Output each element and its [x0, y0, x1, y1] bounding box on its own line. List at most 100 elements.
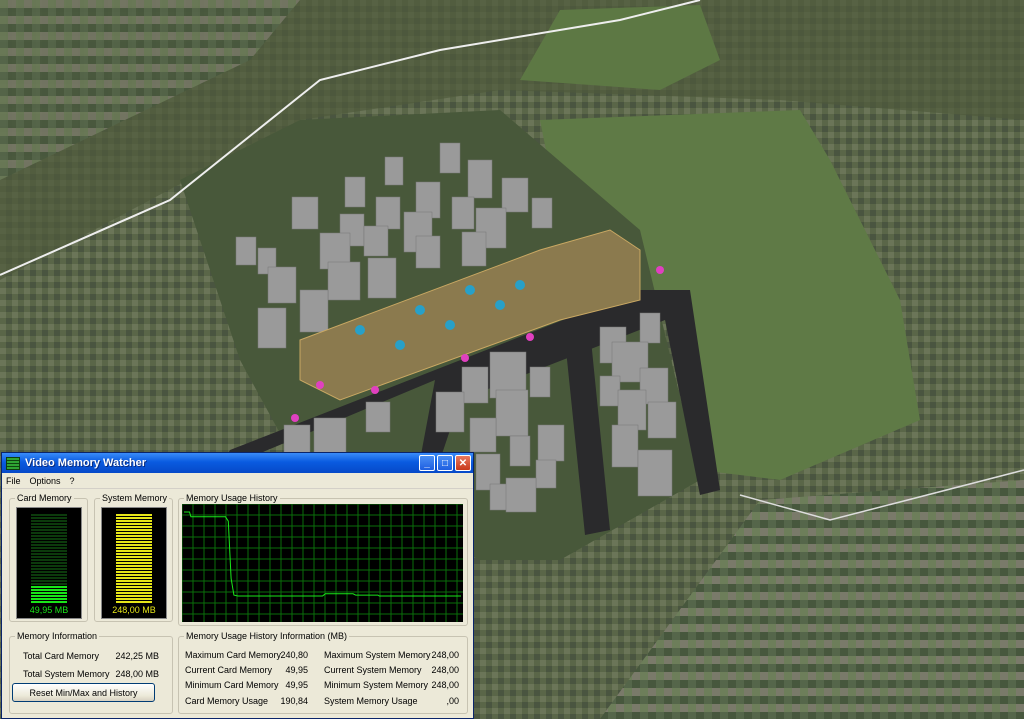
history-row-value-right: 248,00: [431, 665, 459, 675]
total-system-memory-label: Total System Memory: [23, 669, 110, 679]
card-memory-bar-segment: [31, 514, 67, 516]
maximize-button[interactable]: □: [437, 455, 453, 471]
minimize-button[interactable]: _: [419, 455, 435, 471]
card-memory-bar-segment: [31, 544, 67, 546]
history-row-value-left: 49,95: [285, 680, 308, 690]
system-memory-bar-segment: [116, 562, 152, 564]
card-memory-bar-segment: [31, 562, 67, 564]
card-memory-bar-segment: [31, 595, 67, 597]
system-memory-bar-segment: [116, 598, 152, 600]
card-memory-bar-segment: [31, 550, 67, 552]
system-memory-bar-segment: [116, 538, 152, 540]
system-memory-label: System Memory: [100, 493, 170, 503]
system-memory-bar-segment: [116, 577, 152, 579]
history-row-label-right: Minimum System Memory: [324, 680, 429, 690]
menu-help[interactable]: ?: [70, 476, 75, 486]
card-memory-bar-segment: [31, 517, 67, 519]
history-row-label-right: Maximum System Memory: [324, 650, 431, 660]
system-memory-bar-segment: [116, 520, 152, 522]
title-bar[interactable]: Video Memory Watcher _ □ ✕: [2, 453, 473, 473]
system-memory-bar-segment: [116, 517, 152, 519]
card-memory-bar-segment: [31, 580, 67, 582]
history-row-value-left: 49,95: [285, 665, 308, 675]
card-memory-bar-segment: [31, 526, 67, 528]
system-memory-bar-segment: [116, 568, 152, 570]
system-memory-bar-segment: [116, 532, 152, 534]
history-row-label-left: Minimum Card Memory: [185, 680, 279, 690]
card-memory-bar-segment: [31, 571, 67, 573]
system-memory-bar-segment: [116, 589, 152, 591]
card-memory-bar-segment: [31, 559, 67, 561]
system-memory-group: System Memory 248,00 MB: [94, 493, 173, 622]
card-memory-bar-segment: [31, 565, 67, 567]
history-row-label-right: System Memory Usage: [324, 696, 418, 706]
system-memory-bar-segment: [116, 586, 152, 588]
card-memory-bar-segment: [31, 553, 67, 555]
card-memory-bar-segment: [31, 598, 67, 600]
system-memory-bar-segment: [116, 535, 152, 537]
system-memory-bar-segment: [116, 571, 152, 573]
card-memory-bar-segment: [31, 541, 67, 543]
history-row-value-left: 190,84: [280, 696, 308, 706]
card-memory-bar-segment: [31, 586, 67, 588]
history-row-label-left: Card Memory Usage: [185, 696, 269, 706]
system-memory-bar-segment: [116, 544, 152, 546]
card-memory-bar-segment: [31, 592, 67, 594]
menu-bar: File Options ?: [2, 473, 473, 489]
close-button[interactable]: ✕: [455, 455, 471, 471]
system-memory-bar-segment: [116, 550, 152, 552]
card-memory-bar-segment: [31, 523, 67, 525]
memory-usage-history-graph: [182, 504, 463, 622]
system-memory-bar-segment: [116, 565, 152, 567]
card-memory-bar-segment: [31, 535, 67, 537]
system-memory-meter: 248,00 MB: [101, 507, 167, 619]
system-memory-bar-segment: [116, 523, 152, 525]
reset-min-max-history-button[interactable]: Reset Min/Max and History: [12, 683, 155, 702]
card-memory-bar-segment: [31, 520, 67, 522]
system-memory-bar-segment: [116, 595, 152, 597]
card-memory-group: Card Memory 49,95 MB: [9, 493, 88, 622]
system-memory-bar-segment: [116, 514, 152, 516]
system-memory-bar-segment: [116, 574, 152, 576]
system-memory-bar-segment: [116, 547, 152, 549]
system-memory-value: 248,00 MB: [112, 605, 156, 615]
system-memory-bar-segment: [116, 553, 152, 555]
memory-chip-icon: [6, 456, 20, 470]
system-memory-bar-segment: [116, 592, 152, 594]
card-memory-bar-segment: [31, 529, 67, 531]
menu-options[interactable]: Options: [30, 476, 61, 486]
card-memory-bar-segment: [31, 589, 67, 591]
memory-usage-history-label: Memory Usage History: [184, 493, 280, 503]
total-system-memory-value: 248,00 MB: [115, 669, 159, 679]
history-row-label-left: Current Card Memory: [185, 665, 273, 675]
video-memory-watcher-window[interactable]: Video Memory Watcher _ □ ✕ File Options …: [1, 452, 474, 719]
system-memory-bar-segment: [116, 541, 152, 543]
total-card-memory-value: 242,25 MB: [115, 651, 159, 661]
card-memory-bar-segment: [31, 601, 67, 603]
card-memory-bar-segment: [31, 577, 67, 579]
card-memory-bar-segment: [31, 583, 67, 585]
memory-information-label: Memory Information: [15, 631, 100, 641]
system-memory-bar-segment: [116, 580, 152, 582]
history-row-value-right: 248,00: [431, 680, 459, 690]
history-information-label: Memory Usage History Information (MB): [184, 631, 350, 641]
system-memory-bar-segment: [116, 559, 152, 561]
window-title: Video Memory Watcher: [25, 457, 147, 469]
system-memory-bar-segment: [116, 601, 152, 603]
card-memory-bar-segment: [31, 547, 67, 549]
card-memory-bar-segment: [31, 574, 67, 576]
card-memory-bar-segment: [31, 556, 67, 558]
card-memory-bar-segment: [31, 532, 67, 534]
system-memory-bar-segment: [116, 526, 152, 528]
card-memory-meter: 49,95 MB: [16, 507, 82, 619]
system-memory-bar-segment: [116, 556, 152, 558]
history-row-value-right: 248,00: [431, 650, 459, 660]
card-memory-bar-segment: [31, 568, 67, 570]
history-row-value-right: ,00: [446, 696, 459, 706]
history-row-label-left: Maximum Card Memory: [185, 650, 282, 660]
system-memory-bar-segment: [116, 529, 152, 531]
card-memory-value: 49,95 MB: [29, 605, 69, 615]
history-row-value-left: 240,80: [280, 650, 308, 660]
history-row-label-right: Current System Memory: [324, 665, 422, 675]
menu-file[interactable]: File: [6, 476, 21, 486]
